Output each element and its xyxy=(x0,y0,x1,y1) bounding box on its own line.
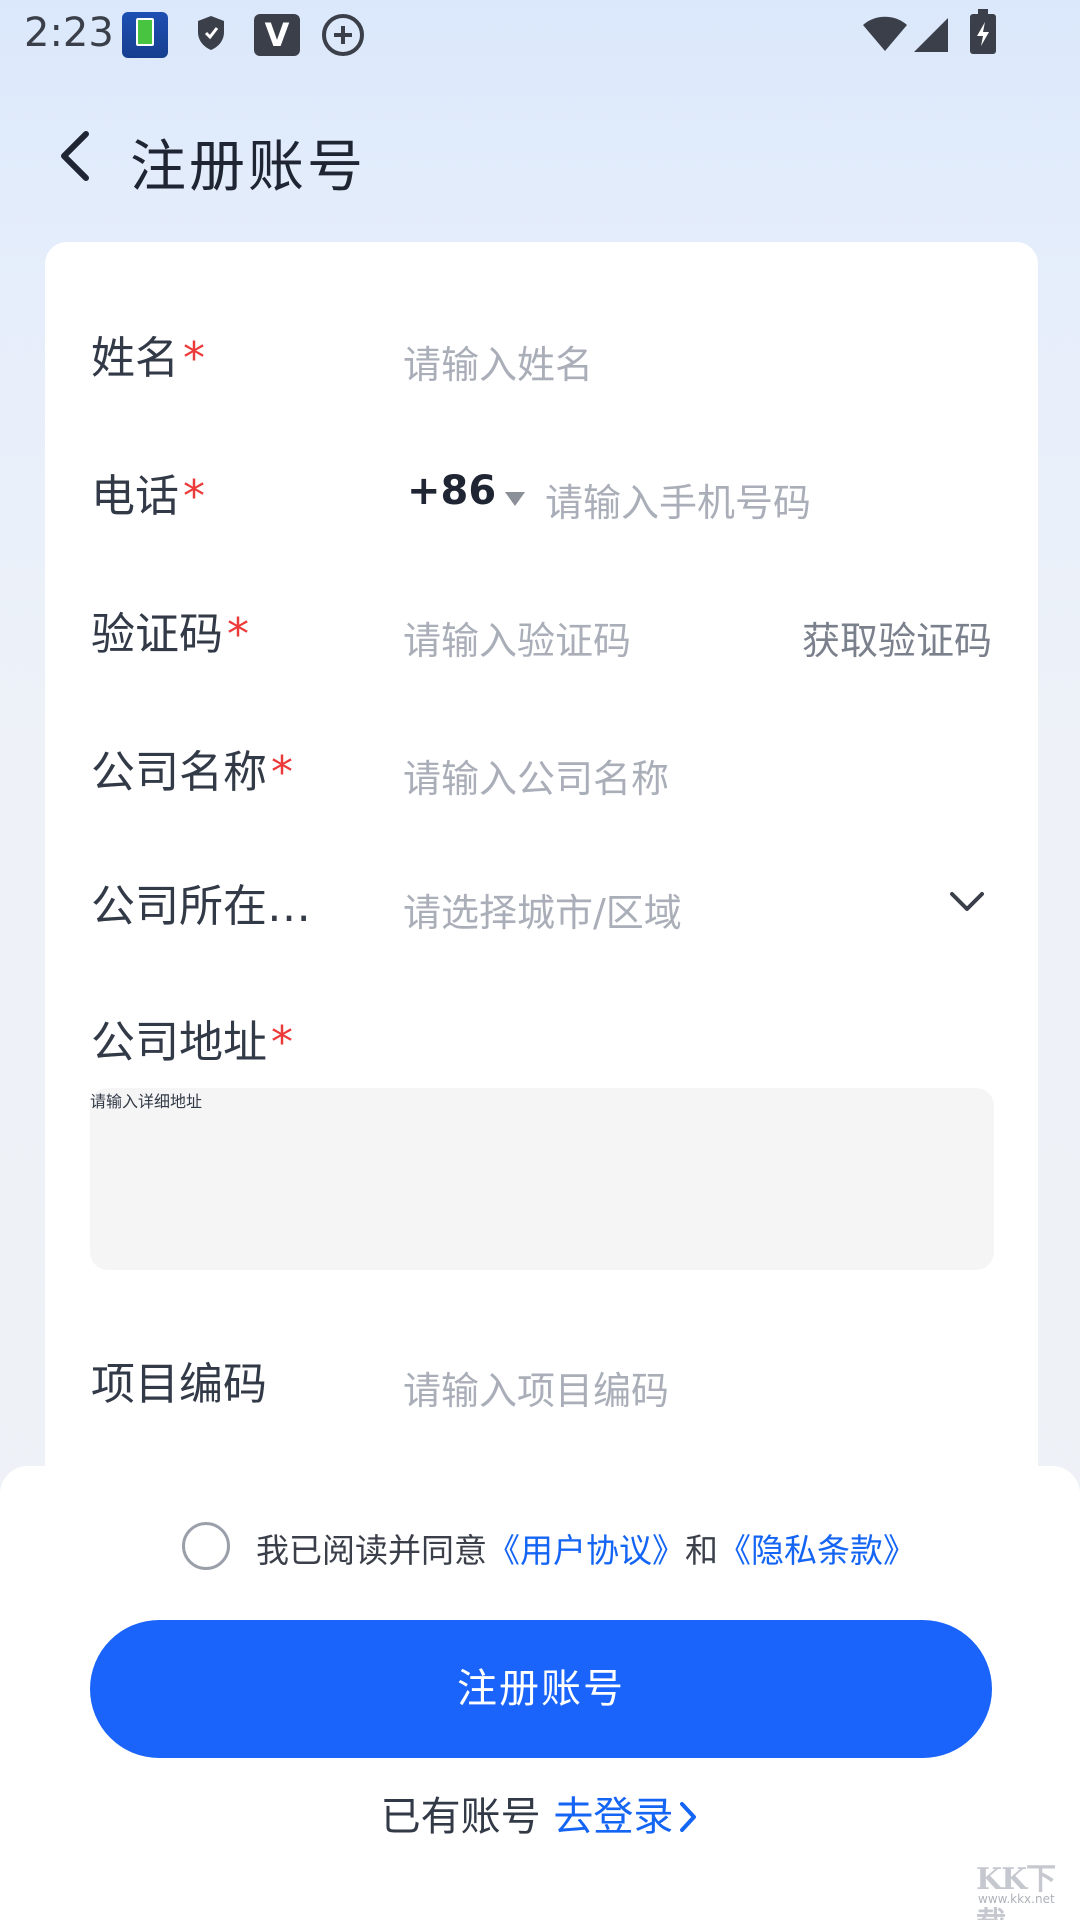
project-row: 项目编码 请输入项目编码 xyxy=(45,1348,1038,1458)
plus-circle-icon xyxy=(322,14,364,56)
code-row: 验证码* 请输入验证码 获取验证码 xyxy=(45,598,1038,708)
v-app-icon: V xyxy=(254,14,300,56)
code-input[interactable]: 请输入验证码 xyxy=(403,610,631,665)
city-label: 公司所在… xyxy=(91,881,311,932)
watermark-text: KK下载 xyxy=(976,1862,1056,1920)
address-placeholder: 请输入详细地址 xyxy=(90,1092,203,1111)
register-button[interactable]: 注册账号 xyxy=(90,1620,992,1758)
agreement-text: 我已阅读并同意《用户协议》和《隐私条款》 xyxy=(256,1524,916,1572)
registration-form: 姓名* 请输入姓名 电话* +86 请输入手机号码 验证码* 请输入验证码 获取… xyxy=(45,242,1038,1542)
watermark-url: www.kkx.net xyxy=(978,1892,1055,1906)
chevron-right-icon xyxy=(680,1802,697,1832)
code-label: 验证码* xyxy=(91,609,249,660)
name-input[interactable]: 请输入姓名 xyxy=(403,334,593,389)
agreement-prefix: 我已阅读并同意 xyxy=(256,1531,487,1570)
agreement-and: 和 xyxy=(685,1531,718,1570)
watermark: KK下载 www.kkx.net xyxy=(972,1854,1072,1920)
city-select[interactable]: 请选择城市/区域 xyxy=(403,882,682,937)
company-row: 公司名称* 请输入公司名称 xyxy=(45,736,1038,846)
bottom-panel: 我已阅读并同意《用户协议》和《隐私条款》 注册账号 已有账号 去登录 KK下载 … xyxy=(0,1466,1080,1920)
phone-input[interactable]: 请输入手机号码 xyxy=(545,472,811,527)
login-prefix: 已有账号 xyxy=(380,1794,541,1840)
project-input[interactable]: 请输入项目编码 xyxy=(403,1360,669,1415)
name-label: 姓名* xyxy=(91,333,205,384)
user-agreement-link[interactable]: 《用户协议》 xyxy=(487,1531,685,1570)
country-code-select[interactable]: +86 xyxy=(407,468,496,514)
phone-row: 电话* +86 请输入手机号码 xyxy=(45,460,1038,570)
login-row: 已有账号 去登录 xyxy=(0,1784,1080,1842)
status-time: 2:23 xyxy=(24,10,114,56)
address-textarea[interactable]: 请输入详细地址 xyxy=(90,1088,994,1270)
page-title: 注册账号 xyxy=(130,135,366,200)
battery-icon xyxy=(970,9,996,54)
chevron-left-icon[interactable] xyxy=(52,120,112,190)
shield-icon xyxy=(196,14,226,56)
agreement-row: 我已阅读并同意《用户协议》和《隐私条款》 xyxy=(182,1514,942,1574)
address-label: 公司地址* xyxy=(91,1017,293,1068)
status-bar: 2:23 V xyxy=(0,0,1080,72)
name-row: 姓名* 请输入姓名 xyxy=(45,322,1038,432)
battery-app-icon xyxy=(122,12,168,58)
header: 注册账号 xyxy=(0,100,1080,210)
login-link[interactable]: 去登录 xyxy=(553,1794,699,1840)
chevron-down-icon[interactable] xyxy=(948,888,986,916)
agree-checkbox[interactable] xyxy=(182,1522,230,1570)
project-label: 项目编码 xyxy=(91,1359,267,1410)
company-label: 公司名称* xyxy=(91,747,293,798)
caret-down-icon[interactable] xyxy=(505,492,525,506)
signal-icon xyxy=(912,16,950,58)
privacy-link[interactable]: 《隐私条款》 xyxy=(718,1531,916,1570)
phone-label: 电话* xyxy=(91,471,205,522)
get-code-button[interactable]: 获取验证码 xyxy=(802,610,992,665)
wifi-icon xyxy=(862,16,908,56)
company-input[interactable]: 请输入公司名称 xyxy=(403,748,669,803)
city-row[interactable]: 公司所在… 请选择城市/区域 xyxy=(45,870,1038,980)
